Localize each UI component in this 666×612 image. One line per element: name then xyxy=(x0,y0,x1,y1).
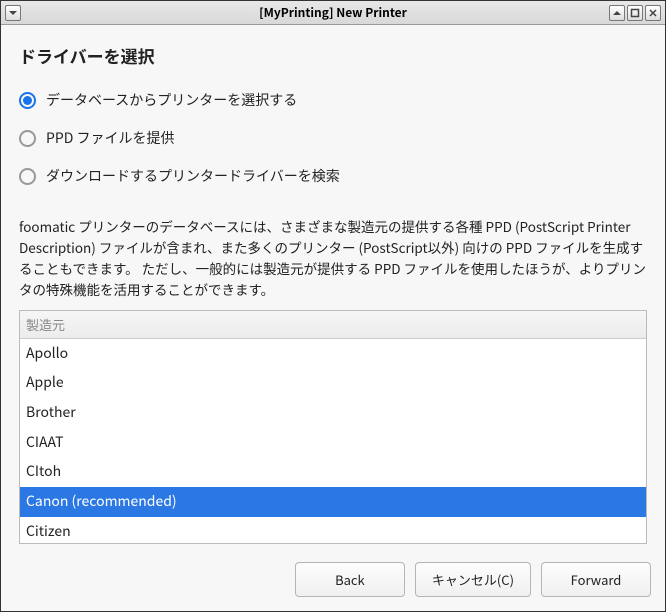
window-root: [MyPrinting] New Printer ドライバーを選択 データベース… xyxy=(0,0,666,612)
dialog-footer: Back キャンセル(C) Forward xyxy=(1,552,665,611)
radio-label: ダウンロードするプリンタードライバーを検索 xyxy=(46,166,340,186)
radio-icon xyxy=(19,168,36,185)
rollup-icon[interactable] xyxy=(609,5,625,21)
radio-icon xyxy=(19,130,36,147)
list-body[interactable]: ApolloAppleBrotherCIAATCItohCanon (recom… xyxy=(20,339,646,543)
back-button[interactable]: Back xyxy=(295,562,405,597)
driver-source-radios: データベースからプリンターを選択する PPD ファイルを提供 ダウンロードするプ… xyxy=(19,84,647,204)
titlebar: [MyPrinting] New Printer xyxy=(1,1,665,25)
radio-icon xyxy=(19,92,36,109)
dialog-content: ドライバーを選択 データベースからプリンターを選択する PPD ファイルを提供 … xyxy=(1,25,665,552)
forward-button[interactable]: Forward xyxy=(541,562,651,597)
manufacturer-list: 製造元 ApolloAppleBrotherCIAATCItohCanon (r… xyxy=(19,310,647,544)
close-icon[interactable] xyxy=(645,5,661,21)
list-column-header[interactable]: 製造元 xyxy=(20,311,646,339)
page-title: ドライバーを選択 xyxy=(19,43,647,68)
list-item[interactable]: CIAAT xyxy=(20,428,646,458)
radio-select-from-database[interactable]: データベースからプリンターを選択する xyxy=(19,90,647,110)
radio-download-driver[interactable]: ダウンロードするプリンタードライバーを検索 xyxy=(19,166,647,186)
list-item[interactable]: CItoh xyxy=(20,457,646,487)
list-item[interactable]: Apollo xyxy=(20,339,646,369)
list-item[interactable]: Citizen xyxy=(20,517,646,543)
list-item[interactable]: Apple xyxy=(20,368,646,398)
description-text: foomatic プリンターのデータベースには、さまざまな製造元の提供する各種 … xyxy=(19,216,647,300)
radio-provide-ppd[interactable]: PPD ファイルを提供 xyxy=(19,128,647,148)
window-menu-icon[interactable] xyxy=(5,5,21,21)
list-item[interactable]: Canon (recommended) xyxy=(20,487,646,517)
cancel-button[interactable]: キャンセル(C) xyxy=(415,562,531,597)
maximize-icon[interactable] xyxy=(627,5,643,21)
radio-label: データベースからプリンターを選択する xyxy=(46,90,297,110)
radio-label: PPD ファイルを提供 xyxy=(46,128,175,148)
window-title: [MyPrinting] New Printer xyxy=(1,4,665,21)
list-item[interactable]: Brother xyxy=(20,398,646,428)
